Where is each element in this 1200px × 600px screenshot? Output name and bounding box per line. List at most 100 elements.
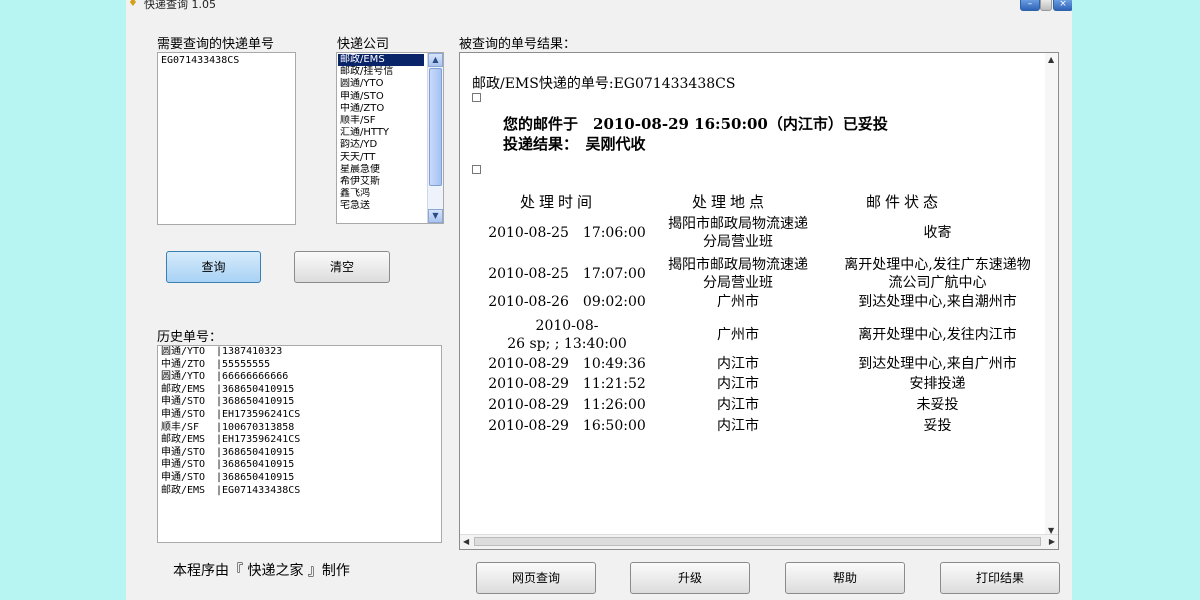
- history-row[interactable]: 申通/STO |368650410915: [158, 472, 441, 485]
- tracking-status-line: 未妥投: [916, 397, 959, 413]
- tracking-row: 2010-08-29 11:21:52 内江市 安排投递: [460, 375, 1045, 393]
- tracking-number-input[interactable]: EG071433438CS: [157, 52, 296, 225]
- tracking-time: 2010-08-29 10:49:36: [482, 355, 652, 373]
- app-window: ♦ 快递查询 1.05 – × 需要查询的快递单号 快递公司 EG0714334…: [126, 0, 1072, 600]
- tracking-place: 揭阳市邮政局物流速递 分局营业班: [648, 256, 828, 292]
- history-row[interactable]: 邮政/EMS |EG071433438CS: [158, 485, 441, 498]
- history-row[interactable]: 邮政/EMS |368650410915: [158, 384, 441, 397]
- tracking-status: 离开处理中心,发往内江市: [830, 326, 1045, 344]
- delivery-notice: 您的邮件于 2010-08-29 16:50:00（内江市）已妥投: [503, 115, 888, 133]
- tracking-status-line: 到达处理中心,来自潮州市: [858, 294, 1017, 310]
- result-panel[interactable]: 邮政/EMS快递的单号:EG071433438CS 您的邮件于 2010-08-…: [459, 52, 1059, 550]
- result-vertical-scrollbar[interactable]: ▲ ▼: [1045, 53, 1058, 537]
- company-listbox[interactable]: 邮政/EMS 邮政/挂号信 圆通/YTO 申通/STO 中通/ZTO 顺丰/SF 汇通/HT…: [336, 52, 444, 224]
- history-row[interactable]: 申通/STO |EH173596241CS: [158, 409, 441, 422]
- history-number: 100670313858: [222, 421, 295, 433]
- history-number: 1387410323: [222, 346, 283, 357]
- tracking-place-line: 内江市: [717, 397, 759, 413]
- tracking-place: 内江市: [648, 396, 828, 414]
- tracking-place-line: 广州市: [717, 294, 759, 310]
- result-horizontal-scrollbar[interactable]: ◀ ▶: [460, 534, 1058, 549]
- history-row[interactable]: 圆通/YTO |66666666666: [158, 371, 441, 384]
- tracking-row: 2010-08-26 09:02:00 广州市 到达处理中心,来自潮州市: [460, 293, 1045, 311]
- tracking-row: 2010-08-25 17:07:00 揭阳市邮政局物流速递 分局营业班 离开处理中心…: [460, 256, 1045, 292]
- company-option[interactable]: 汇通/HTTY: [338, 127, 424, 139]
- company-option[interactable]: 天天/TT: [338, 152, 424, 164]
- scroll-down-icon[interactable]: ▼: [428, 209, 443, 223]
- company-option[interactable]: 韵达/YD: [338, 139, 424, 151]
- window-title: 快递查询 1.05: [144, 0, 216, 11]
- tracking-time-line: 2010-08-29 16:50:00: [488, 418, 646, 434]
- history-row[interactable]: 中通/ZTO |55555555: [158, 359, 441, 372]
- tracking-status-line: 收寄: [923, 225, 952, 241]
- company-option[interactable]: 星晨急便: [338, 164, 424, 176]
- company-option[interactable]: 中通/ZTO: [338, 103, 424, 115]
- history-company: 申通/STO: [161, 396, 206, 408]
- company-list-scrollbar[interactable]: ▲ ▼: [427, 53, 443, 223]
- close-button[interactable]: ×: [1053, 0, 1072, 11]
- history-company: 邮政/EMS: [161, 484, 206, 496]
- tracking-row: 2010-08-29 11:26:00 内江市 未妥投: [460, 396, 1045, 414]
- history-label: 历史单号：: [157, 330, 223, 345]
- company-option[interactable]: 圆通/YTO: [338, 78, 424, 90]
- minimize-button[interactable]: –: [1020, 0, 1040, 11]
- tracking-time: 2010-08-26 09:02:00: [482, 293, 652, 311]
- tracking-place-line: 分局营业班: [703, 234, 773, 250]
- tracking-time-line: 2010-08-26 09:02:00: [488, 294, 646, 310]
- history-number: 368650410915: [222, 383, 295, 395]
- history-company: 申通/STO: [161, 408, 206, 420]
- history-row[interactable]: 申通/STO |368650410915: [158, 447, 441, 460]
- company-option[interactable]: 鑫飞鸿: [338, 188, 424, 200]
- tracking-time: 2010-08-25 17:06:00: [482, 224, 652, 242]
- scroll-up-icon[interactable]: ▲: [1048, 55, 1054, 64]
- history-number: 55555555: [222, 358, 271, 370]
- history-row[interactable]: 顺丰/SF |100670313858: [158, 422, 441, 435]
- scroll-left-icon[interactable]: ◀: [463, 537, 469, 546]
- tracking-place: 内江市: [648, 375, 828, 393]
- history-number: 66666666666: [222, 371, 289, 383]
- result-label: 被查询的单号结果：: [459, 37, 577, 52]
- print-result-button[interactable]: 打印结果: [940, 562, 1060, 594]
- scroll-thumb[interactable]: [474, 537, 1041, 546]
- tracking-place: 广州市: [648, 293, 828, 311]
- help-button[interactable]: 帮助: [785, 562, 905, 594]
- company-option[interactable]: 邮政/挂号信: [338, 66, 424, 78]
- history-list[interactable]: 圆通/YTO |1387410323 中通/ZTO |55555555 圆通/YTO |6…: [157, 345, 442, 543]
- scroll-up-icon[interactable]: ▲: [428, 53, 443, 67]
- history-company: 圆通/YTO: [161, 346, 206, 357]
- history-row[interactable]: 申通/STO |368650410915: [158, 396, 441, 409]
- history-row[interactable]: 邮政/EMS |EH173596241CS: [158, 434, 441, 447]
- tracking-place-line: 分局营业班: [703, 275, 773, 291]
- tracking-place: 内江市: [648, 417, 828, 435]
- query-button[interactable]: 查询: [166, 251, 261, 283]
- maximize-button[interactable]: [1040, 0, 1052, 11]
- company-option[interactable]: 希伊艾斯: [338, 176, 424, 188]
- company-items: 邮政/EMS 邮政/挂号信 圆通/YTO 申通/STO 中通/ZTO 顺丰/SF 汇通/HT…: [338, 54, 424, 212]
- tracking-status-line: 安排投递: [909, 376, 966, 392]
- tracking-input-label: 需要查询的快递单号: [157, 37, 275, 52]
- upgrade-button[interactable]: 升级: [630, 562, 750, 594]
- company-option[interactable]: 邮政/EMS: [338, 54, 424, 67]
- history-number: EH173596241CS: [222, 434, 301, 446]
- scroll-right-icon[interactable]: ▶: [1049, 537, 1055, 546]
- history-company: 圆通/YTO: [161, 371, 206, 383]
- history-row[interactable]: 圆通/YTO |1387410323: [158, 346, 441, 359]
- tracking-time-line: 2010-08-29 11:21:52: [488, 376, 646, 392]
- footer-note: 本程序由『 快递之家 』制作: [173, 563, 350, 579]
- history-row[interactable]: 申通/STO |368650410915: [158, 459, 441, 472]
- clear-button[interactable]: 清空: [294, 251, 390, 283]
- tracking-status: 安排投递: [830, 375, 1045, 393]
- tracking-status-line: 妥投: [923, 418, 952, 434]
- tracking-status-line: 离开处理中心,发往内江市: [858, 327, 1017, 343]
- tracking-row: 2010-08- 26 sp; ; 13:40:00 广州市 离开处理中心,发往内江市: [460, 317, 1045, 353]
- tracking-time-line: 2010-08-: [535, 318, 599, 334]
- company-option[interactable]: 申通/STO: [338, 91, 424, 103]
- history-company: 邮政/EMS: [161, 434, 206, 446]
- scroll-thumb[interactable]: [429, 68, 442, 186]
- tracking-place: 广州市: [648, 326, 828, 344]
- company-option[interactable]: 宅急送: [338, 200, 424, 212]
- history-number: 368650410915: [222, 459, 295, 471]
- company-option[interactable]: 顺丰/SF: [338, 115, 424, 127]
- web-query-button[interactable]: 网页查询: [476, 562, 596, 594]
- tracking-status: 到达处理中心,来自潮州市: [830, 293, 1045, 311]
